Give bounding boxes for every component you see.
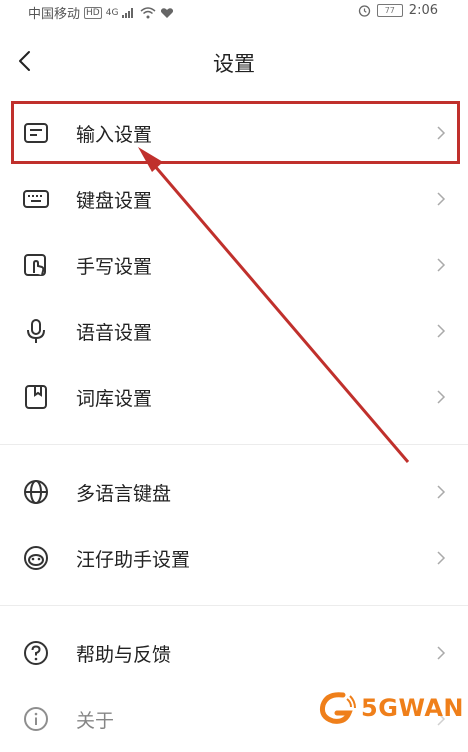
annotation-arrow (138, 147, 410, 463)
watermark-logo-icon (320, 692, 357, 724)
watermark-text: 5GWAN (361, 694, 464, 722)
watermark: 5GWAN (317, 691, 464, 725)
